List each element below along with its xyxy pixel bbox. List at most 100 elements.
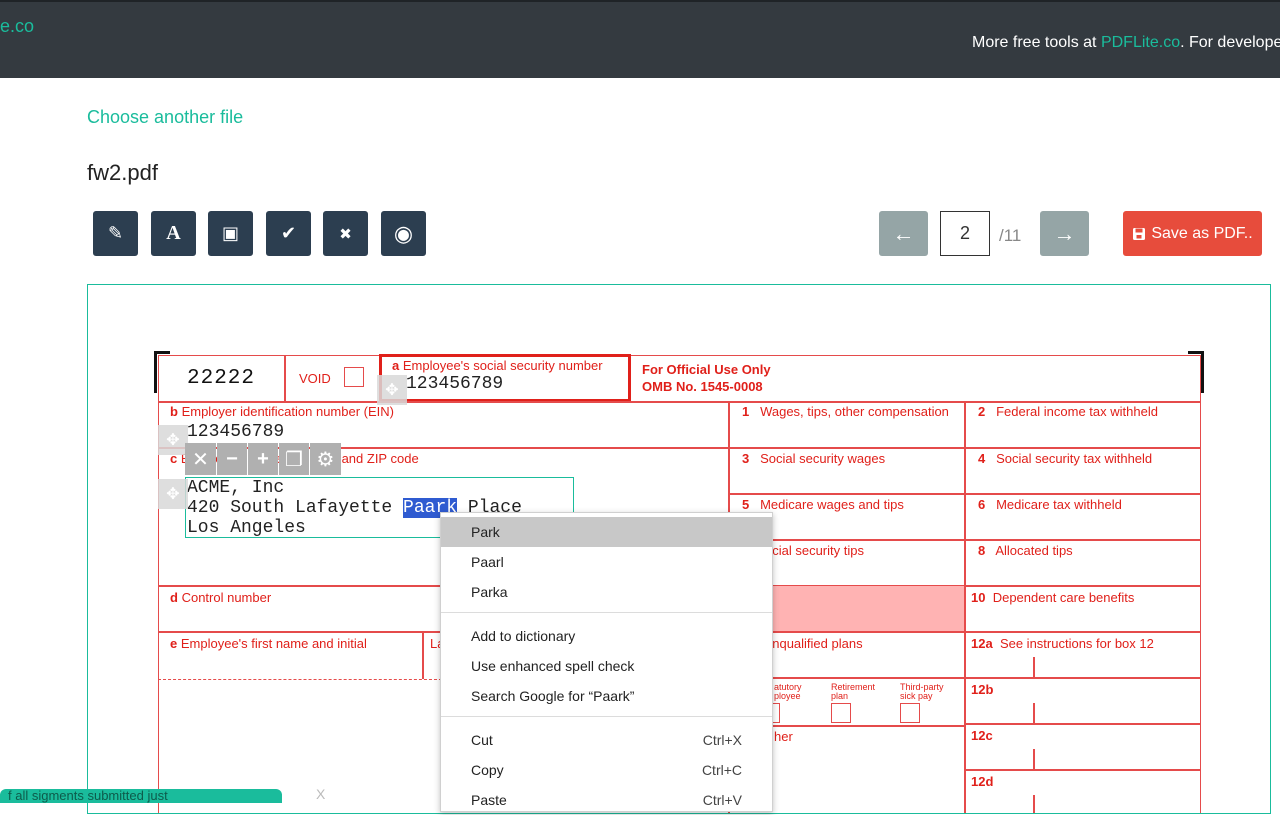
copy-item[interactable]: Copy Ctrl+C	[441, 755, 772, 785]
ssn-label: a Employee's social security number	[392, 358, 603, 373]
divider	[158, 401, 1201, 403]
box1-label: 1 Wages, tips, other compensation	[742, 404, 949, 419]
page-number-input[interactable]	[940, 211, 990, 256]
ssn-value[interactable]: 123456789	[406, 374, 503, 394]
header-note-prefix: More free tools at	[972, 34, 1101, 51]
ssn-letter: a	[392, 358, 400, 373]
pdflite-link[interactable]: PDFLite.co	[1101, 34, 1180, 51]
increase-size-button[interactable]: +	[248, 443, 278, 475]
copy-shortcut: Ctrl+C	[701, 762, 742, 778]
page-total: /11	[999, 226, 1022, 245]
box1-num: 1	[742, 404, 750, 419]
control-label-text: Control number	[181, 590, 272, 605]
text-tool-button[interactable]: A	[151, 211, 196, 256]
ein-label: b Employer identification number (EIN)	[170, 404, 394, 419]
box6-text: Medicare tax withheld	[996, 497, 1122, 512]
move-handle-ssn[interactable]: ✥	[377, 375, 407, 405]
divider	[1033, 703, 1035, 723]
save-as-pdf-button[interactable]: Save as PDF..	[1123, 211, 1262, 256]
retirement-checkbox[interactable]	[831, 703, 851, 723]
radio-icon: ◉	[393, 220, 414, 246]
thirdparty-checkbox[interactable]	[900, 703, 920, 723]
box3-num: 3	[742, 451, 750, 466]
paste-shortcut: Ctrl+V	[702, 792, 742, 808]
prev-page-button[interactable]: ←	[879, 211, 928, 256]
menu-separator	[441, 716, 772, 717]
official-use-line1: For Official Use Only	[642, 362, 771, 377]
box3-text: Social security wages	[760, 451, 886, 466]
box6-label: 6 Medicare tax withheld	[978, 497, 1122, 512]
paste-item[interactable]: Paste Ctrl+V	[441, 785, 772, 815]
box4-text: Social security tax withheld	[996, 451, 1153, 466]
cut-item[interactable]: Cut Ctrl+X	[441, 725, 772, 755]
box2-num: 2	[978, 404, 986, 419]
divider	[728, 539, 1201, 541]
minus-icon: −	[226, 447, 238, 470]
employer-line2-start: 420 South Lafayette	[187, 498, 404, 518]
add-to-dictionary-item[interactable]: Add to dictionary	[441, 621, 772, 651]
enhanced-spell-check-item[interactable]: Use enhanced spell check	[441, 651, 772, 681]
box14-label: her	[774, 729, 793, 744]
divider	[964, 769, 1201, 771]
thirdparty-label: Third-party sick pay	[900, 682, 944, 701]
spellcheck-context-menu: Park Paarl Parka Add to dictionary Use e…	[440, 512, 773, 812]
menu-separator	[441, 612, 772, 613]
form-code: 22222	[187, 367, 256, 390]
top-navbar: e.co More free tools at PDFLite.co. For …	[0, 0, 1280, 78]
check-tool-button[interactable]: ✔	[266, 211, 311, 256]
divider	[728, 493, 1201, 495]
divider	[964, 401, 966, 813]
image-icon: ▣	[221, 223, 239, 243]
arrow-left-icon: ←	[892, 220, 915, 246]
header-note: More free tools at PDFLite.co. For devel…	[972, 34, 1280, 52]
suggestion-paarl[interactable]: Paarl	[441, 547, 772, 577]
text-icon: A	[166, 222, 181, 244]
copy-label: Copy	[471, 762, 504, 778]
choose-another-file-link[interactable]: Choose another file	[87, 107, 243, 128]
cross-tool-button[interactable]: ✖	[323, 211, 368, 256]
bottom-notification[interactable]: f all sigments submitted just	[0, 789, 282, 803]
image-tool-button[interactable]: ▣	[208, 211, 253, 256]
suggestion-parka[interactable]: Parka	[441, 577, 772, 607]
gear-icon: ⚙	[316, 448, 335, 471]
box7-label: ocial security tips	[765, 543, 864, 558]
move-handle-ein[interactable]: ✥	[158, 425, 188, 455]
box2-label: 2 Federal income tax withheld	[978, 404, 1158, 419]
decrease-size-button[interactable]: −	[217, 443, 247, 475]
box10-label: 10 Dependent care benefits	[971, 590, 1134, 605]
next-page-button[interactable]: →	[1040, 211, 1089, 256]
edit-icon: ✎	[107, 223, 124, 243]
arrow-right-icon: →	[1053, 220, 1076, 246]
duplicate-field-button[interactable]: ❐	[279, 443, 309, 475]
divider	[422, 631, 424, 679]
box5-num: 5	[742, 497, 750, 512]
box11-label: onqualified plans	[765, 636, 863, 651]
void-checkbox[interactable]	[344, 367, 364, 387]
box8-label: 8 Allocated tips	[978, 543, 1073, 558]
box12a-text: See instructions for box 12	[999, 636, 1154, 651]
box12a-num: 12a	[971, 636, 993, 651]
suggestion-park[interactable]: Park	[441, 517, 772, 547]
cross-icon: ✖	[339, 225, 352, 243]
divider	[1033, 657, 1035, 677]
box2-text: Federal income tax withheld	[996, 404, 1158, 419]
ein-label-text: Employer identification number (EIN)	[181, 404, 394, 419]
ein-value[interactable]: 123456789	[187, 422, 284, 442]
move-icon: ✥	[166, 432, 180, 449]
search-google-item[interactable]: Search Google for “Paark”	[441, 681, 772, 711]
box6-num: 6	[978, 497, 986, 512]
field-settings-button[interactable]: ⚙	[310, 443, 341, 475]
delete-field-button[interactable]: ✕	[185, 443, 216, 475]
move-icon: ✥	[385, 382, 399, 399]
box10-num: 10	[971, 590, 986, 605]
control-letter: d	[170, 590, 178, 605]
edit-tool-button[interactable]: ✎	[93, 211, 138, 256]
check-icon: ✔	[280, 223, 297, 243]
move-handle-employer[interactable]: ✥	[158, 479, 188, 509]
box12b-label: 12b	[971, 682, 994, 697]
radio-tool-button[interactable]: ◉	[381, 211, 426, 256]
retirement-label: Retirement plan	[831, 682, 876, 701]
site-logo[interactable]: e.co	[0, 16, 34, 37]
employee-label-text: Employee's first name and initial	[180, 636, 367, 651]
cut-label: Cut	[471, 732, 493, 748]
